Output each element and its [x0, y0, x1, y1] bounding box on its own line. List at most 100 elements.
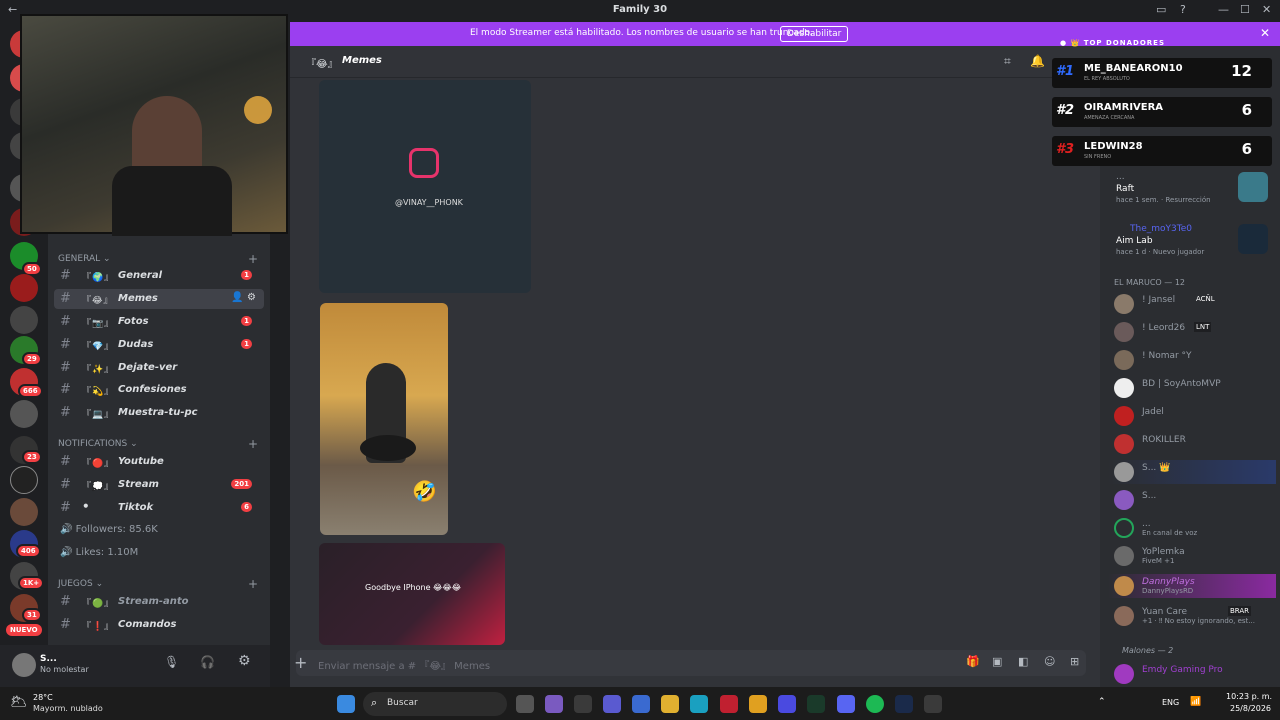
channel-fotos[interactable]: # 『📷』 Fotos 1 — [54, 312, 264, 332]
start-icon[interactable] — [337, 695, 355, 713]
gift-icon[interactable]: 🎁 — [966, 655, 980, 668]
microphone-icon[interactable]: 🎙 — [164, 655, 179, 669]
chrome-icon[interactable] — [749, 695, 767, 713]
edge-icon[interactable] — [690, 695, 708, 713]
add-channel-icon[interactable]: + — [248, 252, 258, 266]
add-channel-icon[interactable]: + — [248, 437, 258, 451]
avatar — [1114, 664, 1134, 684]
spotify-icon[interactable] — [866, 695, 884, 713]
category-juegos[interactable]: JUEGOS ⌄ + — [58, 577, 258, 591]
apps-icon[interactable]: ⊞ — [1070, 655, 1079, 668]
user-settings-icon[interactable]: ⚙ — [238, 653, 251, 669]
channel-youtube[interactable]: # 『🔴』 Youtube — [54, 452, 264, 472]
channel-general[interactable]: # 『🌍』 General 1 — [54, 266, 264, 286]
server-icon[interactable] — [10, 400, 38, 428]
video-attachment[interactable]: 🤣 — [320, 303, 448, 535]
hash-icon: # — [60, 500, 71, 515]
store-icon[interactable] — [632, 695, 650, 713]
settings-icon[interactable]: 👤 ⚙ — [231, 292, 256, 303]
channel-emoji: 『📷』 — [82, 319, 115, 329]
member-item[interactable]: Emdy Gaming Pro — [1108, 662, 1276, 686]
donors-title-text: TOP DONADORES — [1083, 39, 1166, 47]
member-item[interactable]: BD | SoyAntoMVP — [1108, 376, 1276, 400]
channel-muestra-tu-pc[interactable]: # 『💻』 Muestra-tu-pc — [54, 403, 264, 423]
app-icon[interactable] — [807, 695, 825, 713]
channel-comandos[interactable]: # 『❗』 Comandos — [54, 615, 264, 635]
avatar — [1114, 606, 1134, 626]
header-emoji: 『😂』 — [306, 59, 338, 70]
weather-icon[interactable]: 🌥 — [10, 694, 28, 710]
activity-card[interactable]: The_moY3Te0 Aim Lab hace 1 d · Nuevo jug… — [1108, 224, 1276, 260]
tray-chevron-icon[interactable]: ⌃ — [1098, 697, 1106, 707]
member-name: ! Nomar °Y — [1142, 351, 1192, 361]
channel-stream-anto[interactable]: # 『🟢』 Stream-anto — [54, 592, 264, 612]
close-window-icon[interactable]: ✕ — [1262, 3, 1271, 16]
member-item[interactable]: ! Jansel ACÑL — [1108, 292, 1276, 316]
activity-card[interactable]: ... Raft hace 1 sem. · Resurrección — [1108, 172, 1276, 208]
channel-stream[interactable]: # 『💭』 Stream 201 — [54, 475, 264, 495]
app-icon[interactable] — [924, 695, 942, 713]
member-item[interactable]: Jadel — [1108, 404, 1276, 428]
add-channel-icon[interactable]: + — [248, 577, 258, 591]
server-icon[interactable] — [10, 466, 38, 494]
category-general[interactable]: GENERAL ⌄ + — [58, 252, 258, 266]
channel-tiktok[interactable]: # ⚫ Tiktok 6 — [54, 498, 264, 518]
app-icon[interactable] — [574, 695, 592, 713]
member-item[interactable]: DannyPlays DannyPlaysRD — [1108, 574, 1276, 598]
back-icon[interactable]: ← — [8, 3, 17, 16]
message-input[interactable]: + Enviar mensaje a # 『😂』 Memes 🎁 ▣ ◧ ☺ ⊞ — [294, 650, 1086, 676]
network-icon[interactable]: 📶 — [1190, 697, 1201, 707]
donor-subtitle: AMENAZA CERCANA — [1084, 115, 1135, 121]
app-icon[interactable] — [778, 695, 796, 713]
minimize-icon[interactable]: — — [1218, 3, 1229, 16]
member-name: S... — [1142, 491, 1157, 501]
member-item[interactable]: ! Leord26 LNT — [1108, 320, 1276, 344]
member-item[interactable]: S... — [1108, 488, 1276, 512]
search-box[interactable]: ⌕ Buscar — [363, 692, 507, 716]
video-attachment[interactable]: Goodbye IPhone 😂😂😂 — [319, 543, 505, 645]
member-name: BD | SoyAntoMVP — [1142, 379, 1221, 389]
category-notifications[interactable]: NOTIFICATIONS ⌄ + — [58, 437, 258, 451]
explorer-icon[interactable] — [661, 695, 679, 713]
instagram-icon — [409, 148, 439, 178]
channel-confesiones[interactable]: # 『💫』 Confesiones — [54, 380, 264, 400]
inbox-icon[interactable]: ▭ — [1156, 3, 1166, 16]
server-icon[interactable] — [10, 274, 38, 302]
member-item[interactable]: ROKILLER — [1108, 432, 1276, 456]
member-item[interactable]: Yuan Care BRAR +1 · ‼ No estoy ignorando, … — [1108, 604, 1276, 628]
image-attachment[interactable]: @VINAY__PHONK — [319, 80, 531, 293]
avatar[interactable] — [12, 653, 36, 677]
add-attachment-icon[interactable]: + — [294, 653, 307, 672]
member-name: ! Leord26 — [1142, 323, 1186, 333]
disable-streamer-button[interactable]: Deshabilitar — [780, 26, 849, 42]
teams-icon[interactable] — [603, 695, 621, 713]
member-item[interactable]: ... En canal de voz — [1108, 516, 1276, 540]
avatar — [1114, 462, 1134, 482]
emoji-icon[interactable]: ☺ — [1044, 655, 1055, 668]
maximize-icon[interactable]: ☐ — [1240, 3, 1250, 16]
channel-dudas[interactable]: # 『💎』 Dudas 1 — [54, 335, 264, 355]
steam-icon[interactable] — [895, 695, 913, 713]
server-icon[interactable] — [10, 306, 38, 334]
clock-date[interactable]: 25/8/2026 — [1230, 704, 1271, 713]
channel-dejate-ver[interactable]: # 『✨』 Dejate-ver — [54, 358, 264, 378]
task-view-icon[interactable] — [516, 695, 534, 713]
member-item[interactable]: YoPlemka FiveM +1 — [1108, 544, 1276, 568]
close-banner-icon[interactable]: ✕ — [1260, 26, 1270, 40]
language-indicator[interactable]: ENG — [1162, 698, 1179, 707]
member-item[interactable]: ! Nomar °Y — [1108, 348, 1276, 372]
sticker-icon[interactable]: ◧ — [1018, 655, 1028, 668]
threads-icon[interactable]: ⌗ — [1004, 54, 1011, 69]
clock-time[interactable]: 10:23 p. m. — [1226, 692, 1272, 701]
discord-icon[interactable] — [837, 695, 855, 713]
opera-icon[interactable] — [720, 695, 738, 713]
headphones-icon[interactable]: 🎧 — [200, 655, 215, 669]
member-item[interactable]: S... 👑 — [1108, 460, 1276, 484]
search-icon: ⌕ — [371, 696, 378, 709]
gif-icon[interactable]: ▣ — [992, 655, 1002, 668]
server-icon[interactable] — [10, 498, 38, 526]
help-icon[interactable]: ? — [1180, 3, 1186, 16]
channel-memes[interactable]: # 『😂』 Memes 👤 ⚙ — [54, 289, 264, 309]
copilot-icon[interactable] — [545, 695, 563, 713]
bell-icon[interactable]: 🔔 — [1030, 54, 1045, 68]
